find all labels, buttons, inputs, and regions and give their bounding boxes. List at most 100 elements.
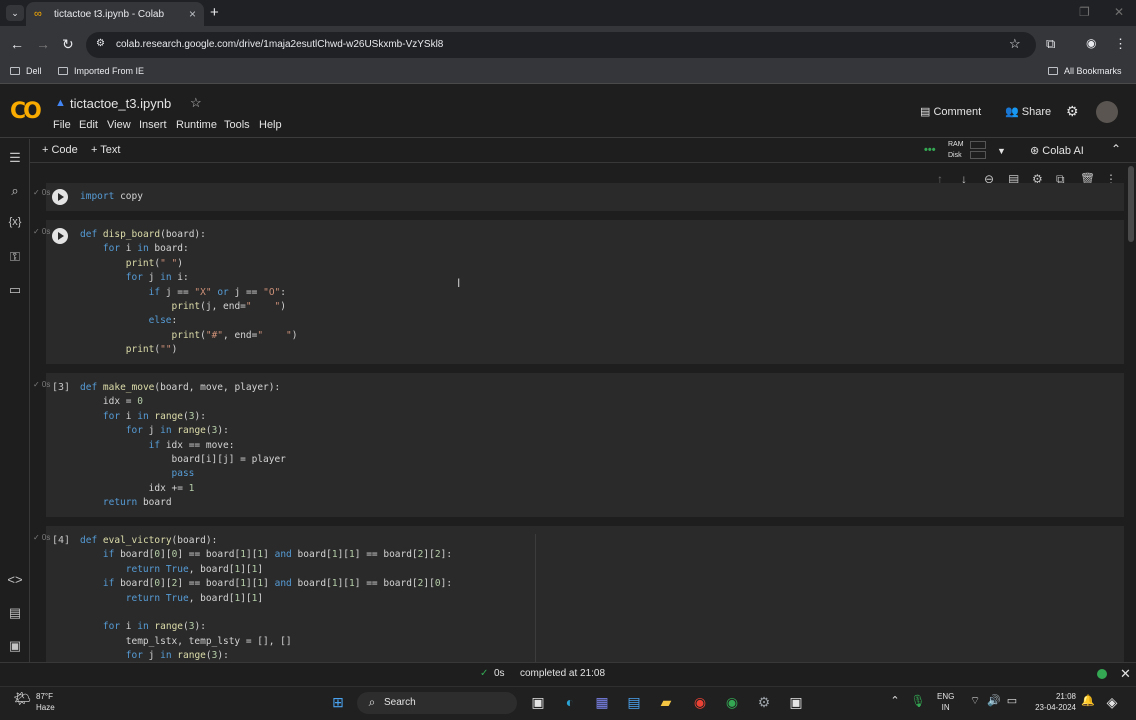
- notebook-title[interactable]: tictactoe_t3.ipynb: [70, 96, 171, 111]
- cell-code[interactable]: def disp_board(board): for i in board: p…: [80, 228, 297, 358]
- run-cell-button[interactable]: [52, 228, 68, 244]
- browser-menu-icon[interactable]: ⋮: [1114, 36, 1127, 52]
- forward-icon[interactable]: →: [36, 36, 50, 52]
- url-text[interactable]: colab.research.google.com/drive/1maja2es…: [116, 39, 443, 50]
- secrets-key-icon[interactable]: ⚿: [6, 249, 24, 265]
- notification-bell-icon[interactable]: 🔔: [1078, 694, 1098, 707]
- scrollbar-thumb[interactable]: [1128, 166, 1134, 242]
- close-window-icon[interactable]: ✕: [1114, 5, 1124, 19]
- tab-close-icon[interactable]: ×: [189, 7, 196, 21]
- tray-overflow-icon[interactable]: ⌃: [885, 694, 905, 707]
- clock[interactable]: 21:08 23-04-2024: [1026, 691, 1076, 713]
- new-tab-button[interactable]: +: [210, 4, 219, 21]
- code-snippets-icon[interactable]: <>: [6, 572, 24, 587]
- all-bookmarks[interactable]: All Bookmarks: [1048, 66, 1122, 76]
- resource-meter[interactable]: [970, 141, 986, 161]
- cell-code[interactable]: def eval_victory(board): if board[0][0] …: [80, 534, 452, 664]
- star-icon[interactable]: ☆: [190, 95, 202, 111]
- extensions-icon[interactable]: ⧉: [1046, 36, 1055, 52]
- code-cell[interactable]: [46, 183, 1124, 211]
- profile-icon[interactable]: ◉: [1086, 36, 1096, 50]
- bookmark-star-icon[interactable]: ☆: [1009, 36, 1021, 52]
- clock-date: 23-04-2024: [1035, 703, 1076, 712]
- close-status-icon[interactable]: ✕: [1120, 666, 1131, 682]
- menu-insert[interactable]: Insert: [139, 119, 167, 131]
- add-text-button[interactable]: + Text: [91, 144, 120, 156]
- status-message[interactable]: completed at 21:08: [520, 668, 605, 679]
- bookmark-label: Imported From IE: [74, 66, 145, 76]
- clock-time: 21:08: [1055, 692, 1076, 701]
- windows-start-icon[interactable]: ⊞: [328, 694, 348, 711]
- menu-help[interactable]: Help: [259, 119, 282, 131]
- files-folder-icon[interactable]: ▭: [6, 282, 24, 298]
- edge-icon[interactable]: ◐: [560, 694, 580, 710]
- ram-disk-labels[interactable]: RAM Disk: [948, 139, 964, 161]
- copilot-icon[interactable]: ◈: [1102, 694, 1122, 711]
- file-explorer-icon[interactable]: ▰: [656, 694, 676, 711]
- browser-tab[interactable]: ∞ tictactoe t3.ipynb - Colab ×: [26, 2, 204, 26]
- cell-status: ✓ 0s: [33, 380, 51, 389]
- colab-favicon-icon: ∞: [34, 8, 42, 20]
- colab-ai-button[interactable]: ⊛ Colab AI: [1030, 144, 1084, 157]
- table-of-contents-icon[interactable]: ☰: [6, 150, 24, 166]
- site-info-icon[interactable]: ⚙: [96, 38, 105, 49]
- folder-icon: [10, 67, 20, 75]
- menu-file[interactable]: File: [53, 119, 71, 131]
- restore-window-icon[interactable]: ❐: [1079, 5, 1090, 19]
- teams-icon[interactable]: ▦: [592, 694, 612, 711]
- text-cursor-icon: I: [457, 276, 461, 290]
- disk-label: Disk: [948, 152, 962, 159]
- wifi-icon[interactable]: ⌔: [965, 694, 985, 708]
- tab-search-button[interactable]: ⌄: [6, 5, 24, 21]
- add-code-button[interactable]: + Code: [42, 144, 78, 156]
- command-palette-icon[interactable]: ▤: [6, 605, 24, 621]
- task-view-icon[interactable]: ▣: [528, 694, 548, 711]
- execution-count: [4]: [52, 535, 71, 546]
- share-icon: 👥: [1005, 106, 1022, 118]
- variables-icon[interactable]: {x}: [6, 216, 24, 228]
- colab-logo[interactable]: CO: [10, 99, 42, 124]
- search-icon: ⌕: [368, 695, 376, 709]
- search-icon[interactable]: ⌕: [6, 183, 24, 199]
- disk-bar: [970, 151, 986, 159]
- avatar[interactable]: [1096, 101, 1118, 123]
- cell-status: ✓ 0s: [33, 188, 51, 197]
- comment-icon: ▤: [920, 106, 934, 118]
- code-text: copy: [120, 191, 143, 202]
- terminal-icon[interactable]: ▣: [6, 638, 24, 654]
- collapse-header-icon[interactable]: ⌃: [1111, 142, 1121, 156]
- tab-title: tictactoe t3.ipynb - Colab: [54, 8, 165, 20]
- all-bookmarks-label: All Bookmarks: [1064, 66, 1122, 76]
- cell-code[interactable]: import copy: [80, 190, 143, 204]
- bookmark-dell[interactable]: Dell: [10, 66, 42, 76]
- reload-icon[interactable]: ↻: [62, 36, 74, 53]
- weather-icon[interactable]: 🌤: [12, 690, 32, 707]
- settings-gear-icon[interactable]: ⚙: [1066, 103, 1079, 120]
- menu-edit[interactable]: Edit: [79, 119, 98, 131]
- active-app-icon[interactable]: ▣: [786, 694, 806, 711]
- weather-widget[interactable]: 87°F Haze: [36, 691, 55, 713]
- run-cell-button[interactable]: [52, 189, 68, 205]
- menu-runtime[interactable]: Runtime: [176, 119, 217, 131]
- chrome-icon[interactable]: ◉: [690, 694, 710, 711]
- share-label: Share: [1021, 106, 1052, 118]
- volume-icon[interactable]: 🔊: [984, 694, 1004, 707]
- chrome-profile-icon[interactable]: ◉: [722, 694, 742, 711]
- menu-tools[interactable]: Tools: [224, 119, 250, 131]
- cell-code[interactable]: def make_move(board, move, player): idx …: [80, 381, 286, 511]
- language-indicator[interactable]: ENG IN: [937, 691, 954, 713]
- ram-bar: [970, 141, 986, 149]
- store-icon[interactable]: ▤: [624, 694, 644, 711]
- status-check-icon: ✓: [480, 668, 489, 679]
- share-button[interactable]: 👥 Share: [1005, 105, 1051, 118]
- runtime-dropdown-icon[interactable]: ▼: [997, 146, 1006, 156]
- bookmark-imported[interactable]: Imported From IE: [58, 66, 144, 76]
- comment-button[interactable]: ▤ Comment: [920, 105, 981, 118]
- back-icon[interactable]: ←: [10, 36, 24, 52]
- menu-view[interactable]: View: [107, 119, 131, 131]
- battery-icon[interactable]: ▭: [1002, 694, 1022, 707]
- microphone-icon[interactable]: 🎙: [908, 694, 928, 708]
- bookmarks-bar: [0, 62, 1136, 84]
- ram-label: RAM: [948, 141, 964, 148]
- settings-app-icon[interactable]: ⚙: [754, 694, 774, 711]
